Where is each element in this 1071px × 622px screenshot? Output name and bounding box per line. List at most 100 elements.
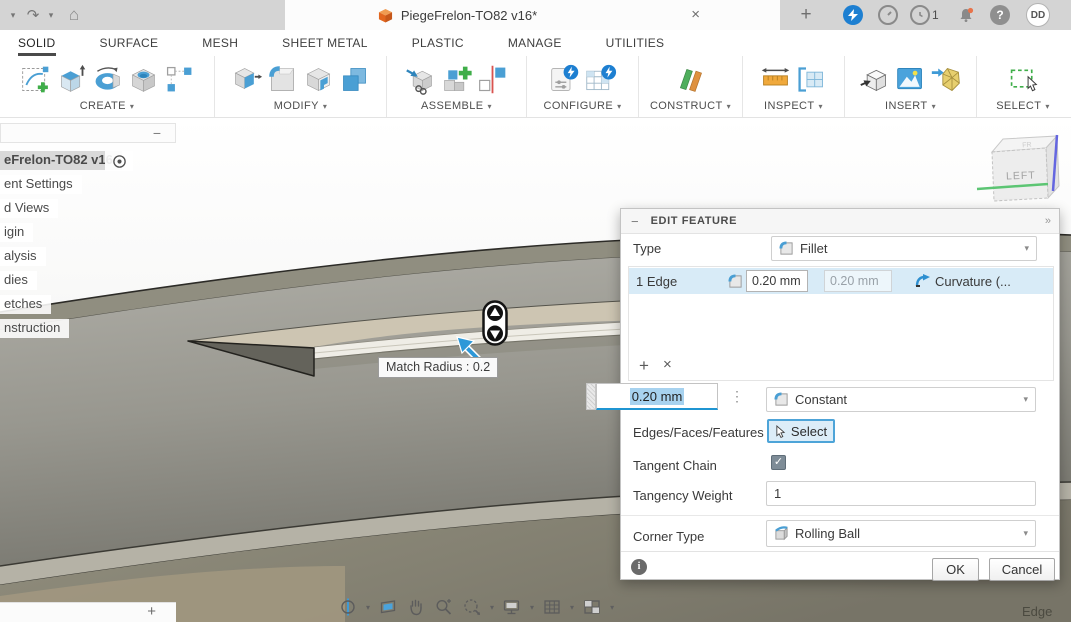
user-avatar[interactable]: DD bbox=[1026, 3, 1050, 27]
viewports-icon[interactable] bbox=[582, 597, 602, 617]
revolve-icon[interactable] bbox=[91, 63, 124, 96]
press-pull-icon[interactable] bbox=[230, 63, 263, 96]
launch-status-icon[interactable] bbox=[878, 5, 898, 25]
job-status-icon[interactable] bbox=[910, 5, 930, 25]
info-icon[interactable]: i bbox=[631, 559, 647, 575]
browser-header[interactable]: − bbox=[0, 123, 176, 143]
group-label-construct[interactable]: CONSTRUCT▾ bbox=[650, 100, 731, 112]
home-icon[interactable]: ⌂ bbox=[64, 0, 84, 30]
offset-plane-icon[interactable] bbox=[674, 63, 707, 96]
fit-icon[interactable] bbox=[462, 597, 482, 617]
type-dropdown[interactable]: Fillet ▾ bbox=[771, 236, 1037, 261]
remove-edge-set-button[interactable]: × bbox=[663, 356, 672, 376]
timeline-bar[interactable]: + bbox=[0, 602, 176, 622]
browser-item-sketches[interactable]: etches bbox=[0, 295, 51, 314]
browser-item-document[interactable]: eFrelon-TO82 v16 bbox=[0, 151, 122, 170]
orbit-icon[interactable] bbox=[338, 597, 358, 617]
group-label-insert[interactable]: INSERT▾ bbox=[885, 100, 936, 112]
radius-cell-input[interactable]: 0.20 mm bbox=[746, 270, 808, 292]
dialog-title: EDIT FEATURE bbox=[651, 215, 737, 227]
tab-plastic[interactable]: PLASTIC bbox=[412, 36, 464, 56]
fillet-icon[interactable] bbox=[266, 63, 299, 96]
edge-set-row[interactable]: 1 Edge 0.20 mm 0.20 mm Curvature (... bbox=[629, 268, 1053, 294]
group-label-assemble[interactable]: ASSEMBLE▾ bbox=[421, 100, 492, 112]
insert-derive-icon[interactable] bbox=[858, 63, 891, 96]
tangent-chain-checkbox[interactable]: ✓ bbox=[771, 455, 786, 470]
radius-input[interactable]: 0.20 mm bbox=[596, 383, 718, 410]
browser-item-document-settings[interactable]: ent Settings bbox=[0, 175, 82, 194]
window-select-icon[interactable] bbox=[1007, 63, 1040, 96]
kebab-menu-icon[interactable]: ⋮ bbox=[730, 388, 744, 405]
redo-dropdown-icon[interactable]: ▾ bbox=[44, 0, 58, 30]
extrude-icon[interactable] bbox=[55, 63, 88, 96]
browser-activate-radio[interactable] bbox=[105, 151, 133, 171]
insert-component-icon[interactable] bbox=[404, 63, 437, 96]
browser-collapse-icon[interactable]: − bbox=[153, 125, 161, 141]
configuration-icon[interactable] bbox=[548, 63, 581, 96]
group-label-modify[interactable]: MODIFY▾ bbox=[274, 100, 328, 112]
tab-manage[interactable]: MANAGE bbox=[508, 36, 562, 56]
timeline-add-icon[interactable]: + bbox=[147, 603, 156, 620]
chevron-down-icon[interactable]: ▾ bbox=[490, 603, 494, 612]
combine-icon[interactable] bbox=[338, 63, 371, 96]
tab-surface[interactable]: SURFACE bbox=[100, 36, 159, 56]
redo-icon[interactable]: ↷ bbox=[24, 0, 42, 30]
create-sketch-icon[interactable] bbox=[19, 63, 52, 96]
chevron-down-icon[interactable]: ▾ bbox=[530, 603, 534, 612]
new-component-icon[interactable] bbox=[440, 63, 473, 96]
drag-grip-handle[interactable] bbox=[586, 383, 596, 410]
browser-item-analysis[interactable]: alysis bbox=[0, 247, 46, 266]
cancel-button[interactable]: Cancel bbox=[989, 558, 1055, 581]
configuration-table-icon[interactable] bbox=[584, 63, 617, 96]
radius-type-dropdown[interactable]: Constant ▾ bbox=[766, 387, 1036, 412]
tab-mesh[interactable]: MESH bbox=[202, 36, 238, 56]
tab-solid[interactable]: SOLID bbox=[18, 36, 56, 56]
insert-mesh-icon[interactable] bbox=[930, 63, 963, 96]
tab-sheet-metal[interactable]: SHEET METAL bbox=[282, 36, 368, 56]
ok-button[interactable]: OK bbox=[932, 558, 979, 581]
chevron-down-icon[interactable]: ▾ bbox=[570, 603, 574, 612]
dialog-collapse-icon[interactable]: − bbox=[631, 214, 639, 229]
notifications-bell-icon[interactable] bbox=[956, 5, 976, 25]
grid-snap-icon[interactable] bbox=[542, 597, 562, 617]
help-icon[interactable]: ? bbox=[990, 5, 1010, 25]
select-cursor-icon bbox=[775, 425, 786, 438]
continuity-cell[interactable]: Curvature (... bbox=[935, 274, 1011, 289]
undo-dropdown-icon[interactable]: ▾ bbox=[6, 0, 20, 30]
extensions-icon[interactable] bbox=[843, 5, 863, 25]
radius-spinner-manipulator[interactable] bbox=[484, 302, 507, 345]
hole-icon[interactable] bbox=[127, 63, 160, 96]
chevron-down-icon[interactable]: ▾ bbox=[610, 603, 614, 612]
add-edge-set-button[interactable]: + bbox=[639, 356, 649, 376]
document-tab[interactable]: PiegeFrelon-TO82 v16* × bbox=[285, 0, 780, 30]
tangency-weight-input[interactable]: 1 bbox=[766, 481, 1036, 506]
browser-item-bodies[interactable]: dies bbox=[0, 271, 37, 290]
tab-utilities[interactable]: UTILITIES bbox=[606, 36, 665, 56]
group-label-create[interactable]: CREATE▾ bbox=[80, 100, 135, 112]
section-analysis-icon[interactable] bbox=[795, 63, 828, 96]
rectangular-pattern-icon[interactable] bbox=[163, 63, 196, 96]
chevron-down-icon[interactable]: ▾ bbox=[366, 603, 370, 612]
zoom-icon[interactable] bbox=[434, 597, 454, 617]
display-settings-icon[interactable] bbox=[502, 597, 522, 617]
browser-item-construction[interactable]: nstruction bbox=[0, 319, 69, 338]
canvas-icon[interactable] bbox=[894, 63, 927, 96]
dialog-expand-icon[interactable]: » bbox=[1045, 215, 1051, 227]
browser-item-origin[interactable]: igin bbox=[0, 223, 33, 242]
new-tab-icon[interactable]: + bbox=[796, 0, 816, 30]
group-label-inspect[interactable]: INSPECT▾ bbox=[764, 100, 823, 112]
joint-icon[interactable] bbox=[476, 63, 509, 96]
select-button[interactable]: Select bbox=[767, 419, 835, 443]
match-radius-tooltip: Match Radius : 0.2 bbox=[378, 357, 498, 378]
radius-alt-cell-input[interactable]: 0.20 mm bbox=[824, 270, 892, 292]
shell-icon[interactable] bbox=[302, 63, 335, 96]
close-tab-icon[interactable]: × bbox=[691, 7, 700, 22]
browser-item-named-views[interactable]: d Views bbox=[0, 199, 58, 218]
measure-icon[interactable] bbox=[759, 63, 792, 96]
dialog-header[interactable]: − EDIT FEATURE » bbox=[621, 209, 1059, 234]
group-label-configure[interactable]: CONFIGURE▾ bbox=[543, 100, 621, 112]
look-at-icon[interactable] bbox=[378, 597, 398, 617]
pan-icon[interactable] bbox=[406, 597, 426, 617]
group-label-select[interactable]: SELECT▾ bbox=[996, 100, 1050, 112]
corner-type-dropdown[interactable]: Rolling Ball ▾ bbox=[766, 520, 1036, 547]
